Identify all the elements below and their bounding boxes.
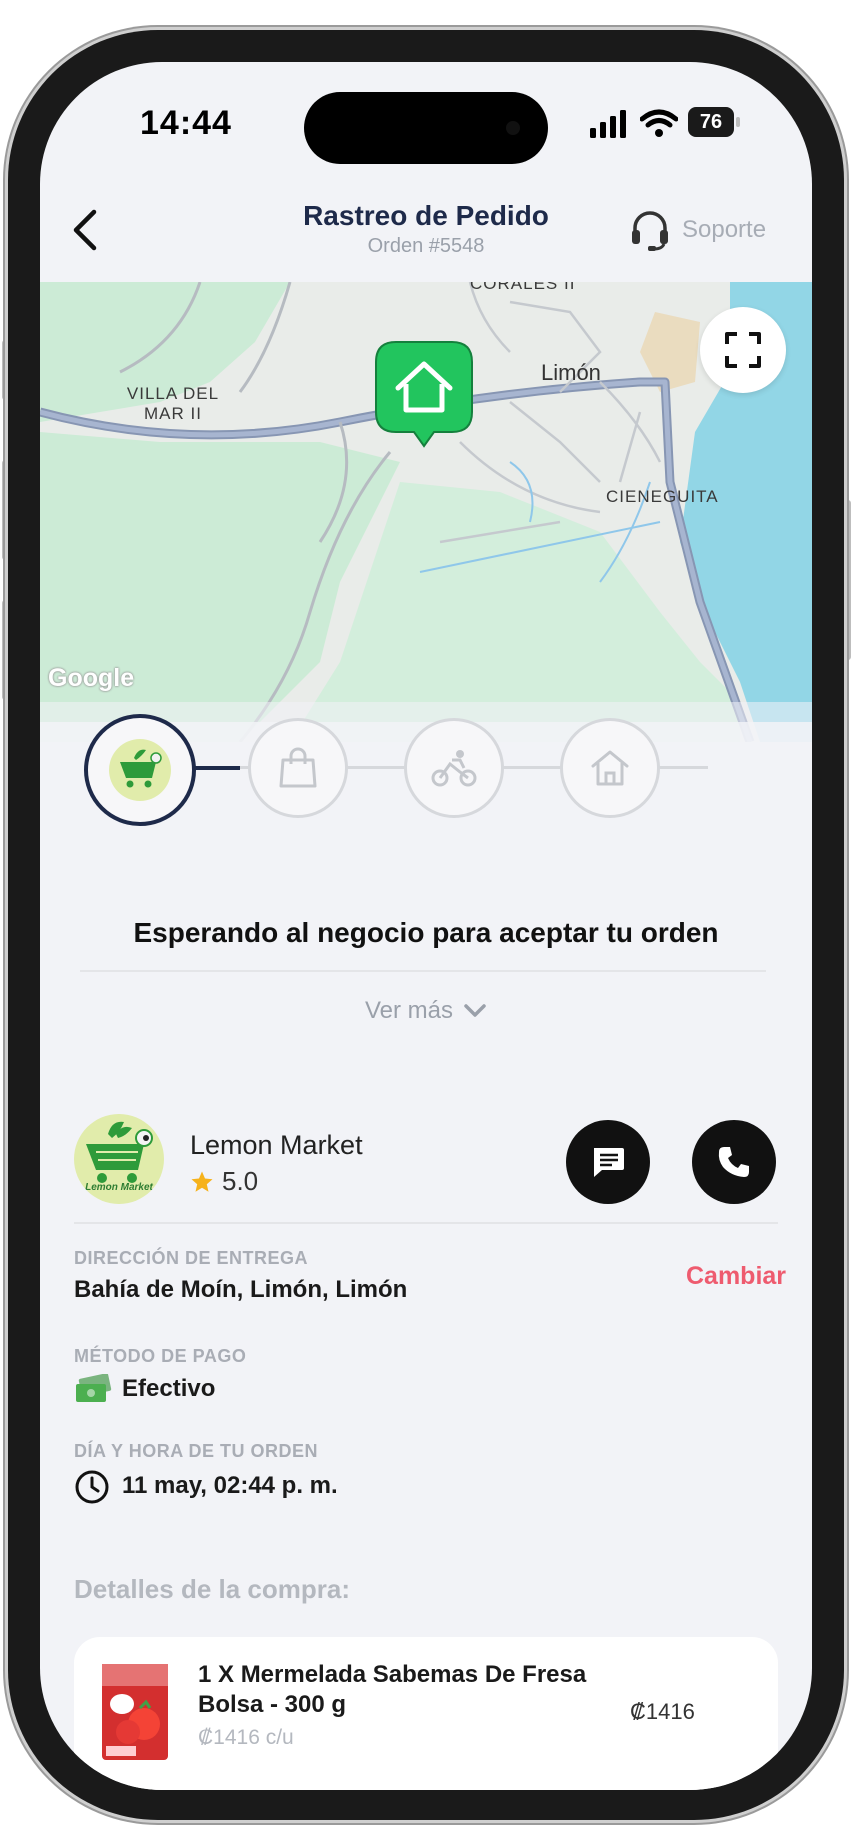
- chat-button[interactable]: [566, 1120, 650, 1204]
- cash-icon: [76, 1374, 112, 1402]
- signal-icon: [590, 110, 626, 138]
- change-address-link[interactable]: Cambiar: [686, 1262, 786, 1291]
- product-unit-price: ₡1416 c/u: [198, 1726, 294, 1749]
- chevron-down-icon: [464, 1004, 486, 1017]
- shopping-bag-icon: [279, 747, 317, 788]
- step-delivered: [560, 718, 660, 818]
- ver-mas-label: Ver más: [364, 997, 454, 1024]
- headset-icon: [632, 211, 668, 251]
- step-delivering: [404, 718, 504, 818]
- expand-icon: [725, 332, 761, 368]
- store-logo: Lemon Market: [74, 1114, 164, 1204]
- product-price: ₡1416: [630, 1699, 695, 1724]
- google-logo: Google: [48, 664, 135, 692]
- star-icon: [191, 1171, 213, 1192]
- home-icon: [591, 750, 629, 786]
- payment-method: Efectivo: [122, 1375, 216, 1402]
- divider: [74, 1222, 778, 1224]
- product-name: 1 X Mermelada Sabemas De Fresa Bolsa - 3…: [198, 1661, 587, 1718]
- purchase-details-title: Detalles de la compra:: [74, 1574, 350, 1604]
- step-preparing: [248, 718, 348, 818]
- delivery-address: Bahía de Moín, Limón, Limón: [74, 1276, 408, 1303]
- app-screen: 14:44 76 Rastreo de Pedido Orden #5548 S…: [40, 62, 812, 1790]
- call-button[interactable]: [692, 1120, 776, 1204]
- fullscreen-button[interactable]: [700, 307, 786, 393]
- battery-icon: 76: [688, 107, 734, 137]
- clock-icon: [75, 1470, 109, 1504]
- ver-mas-button[interactable]: Ver más: [40, 997, 812, 1025]
- wifi-icon: [640, 109, 678, 137]
- delivery-address-label: DIRECCIÓN DE ENTREGA: [74, 1248, 309, 1268]
- product-image: [100, 1662, 170, 1762]
- payment-method-label: MÉTODO DE PAGO: [74, 1346, 247, 1366]
- order-status-text: Esperando al negocio para aceptar tu ord…: [133, 917, 719, 948]
- cart-logo-icon: [120, 749, 162, 788]
- map-label-cieneguita: CIENEGUITA: [606, 487, 719, 506]
- battery-tip: [736, 117, 740, 127]
- order-time: 11 may, 02:44 p. m.: [122, 1472, 338, 1499]
- chat-icon: [594, 1148, 624, 1177]
- jam-bag-icon: [102, 1664, 168, 1760]
- home-location-pin[interactable]: [374, 340, 474, 452]
- map-label-corales: CORALES II: [470, 282, 576, 293]
- store-name: Lemon Market: [190, 1130, 363, 1160]
- store-logo-small: [109, 739, 171, 801]
- store-logo-text: Lemon Market: [85, 1182, 153, 1193]
- map-label-limon: Limón: [541, 360, 601, 385]
- battery-level: 76: [699, 110, 723, 133]
- power-button: [845, 500, 851, 660]
- divider: [80, 970, 766, 972]
- step-store: [84, 714, 196, 826]
- map-label-villa: VILLA DEL MAR II: [126, 384, 220, 423]
- order-time-label: DÍA Y HORA DE TU ORDEN: [74, 1441, 319, 1461]
- status-time: 14:44: [140, 104, 232, 142]
- support-button[interactable]: Soporte: [628, 205, 788, 255]
- camera-dot: [506, 121, 520, 135]
- store-rating: 5.0: [190, 1166, 258, 1197]
- support-label: Soporte: [682, 216, 767, 243]
- rating-value: 5.0: [222, 1166, 259, 1196]
- home-pin-icon: [375, 341, 473, 448]
- phone-icon: [718, 1147, 749, 1177]
- delivery-bike-icon: [431, 750, 477, 787]
